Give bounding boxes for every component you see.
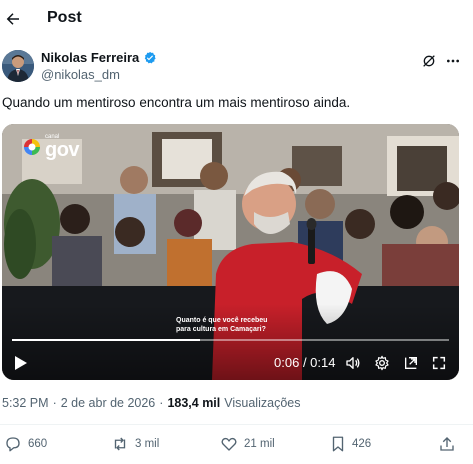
meta-separator: · — [52, 396, 57, 410]
post-time[interactable]: 5:32 PM — [2, 396, 49, 410]
grok-icon[interactable] — [421, 53, 437, 69]
reply-button[interactable]: 660 — [4, 435, 47, 453]
views-count: 183,4 mil — [167, 396, 221, 410]
bookmark-icon — [332, 436, 344, 452]
volume-icon[interactable] — [344, 354, 362, 372]
action-bar: 660 3 mil 21 mil 426 — [0, 432, 473, 458]
video-caption: Quanto é que você recebeu para cultura e… — [176, 316, 267, 334]
video-frame — [2, 124, 459, 380]
like-count: 21 mil — [244, 438, 275, 450]
channel-logo: canal gov — [22, 134, 80, 161]
more-icon[interactable] — [445, 53, 461, 69]
video-controls: 0:06 / 0:14 — [2, 345, 459, 379]
share-icon — [440, 437, 454, 451]
page-title: Post — [47, 9, 82, 26]
repost-icon — [114, 437, 126, 451]
gov-logo-icon — [24, 139, 40, 155]
video-time: 0:06 / 0:14 — [274, 355, 336, 370]
post-date[interactable]: 2 de abr de 2026 — [61, 396, 156, 410]
like-button[interactable]: 21 mil — [220, 435, 275, 453]
heart-icon — [221, 437, 237, 451]
reply-icon — [6, 437, 20, 452]
bookmark-button[interactable]: 426 — [330, 435, 371, 453]
bookmark-count: 426 — [352, 438, 372, 450]
video-player[interactable] — [2, 124, 459, 380]
reply-count: 660 — [28, 438, 48, 450]
channel-logo-text: gov — [45, 139, 80, 161]
author-name-text[interactable]: Nikolas Ferreira — [41, 50, 139, 65]
video-progress-fill — [12, 339, 200, 341]
caption-line-2: para cultura em Camaçari? — [176, 326, 266, 333]
author-handle[interactable]: @nikolas_dm — [41, 67, 120, 82]
tweet-text: Quando um mentiroso encontra um mais men… — [2, 95, 351, 110]
video-progress-bar[interactable] — [12, 339, 449, 341]
author-name[interactable]: Nikolas Ferreira — [41, 50, 157, 65]
meta-separator-2: · — [159, 396, 164, 410]
video-current-time: 0:06 — [274, 355, 300, 370]
repost-button[interactable]: 3 mil — [111, 435, 159, 453]
share-button[interactable] — [438, 435, 456, 453]
top-bar: Post — [0, 0, 473, 38]
back-arrow-icon[interactable] — [2, 8, 24, 30]
post-meta: 5:32 PM · 2 de abr de 2026 · 183,4 mil V… — [2, 396, 300, 410]
play-icon[interactable] — [12, 354, 30, 372]
pip-icon[interactable] — [402, 354, 420, 372]
video-duration: 0:14 — [310, 355, 336, 370]
author-row: Nikolas Ferreira @nikolas_dm — [0, 48, 473, 88]
repost-count: 3 mil — [135, 438, 160, 450]
views-label: Visualizações — [224, 396, 301, 410]
caption-line-1: Quanto é que você recebeu — [176, 317, 268, 324]
fullscreen-icon[interactable] — [430, 354, 448, 372]
avatar[interactable] — [2, 50, 34, 82]
settings-gear-icon[interactable] — [373, 354, 391, 372]
divider — [0, 424, 473, 425]
verified-badge-icon — [145, 51, 156, 63]
